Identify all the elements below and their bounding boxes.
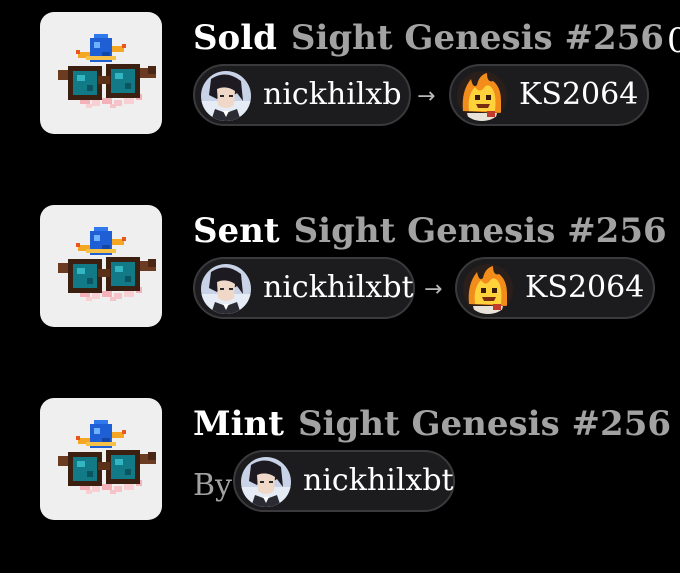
anime-portrait-avatar-icon bbox=[201, 71, 251, 121]
avatar bbox=[201, 71, 251, 121]
avatar bbox=[463, 264, 513, 314]
activity-action: Mint bbox=[193, 404, 284, 444]
to-username: KS2064 bbox=[525, 270, 645, 305]
by-label: By bbox=[193, 468, 232, 503]
to-user-chip[interactable]: KS2064 bbox=[455, 257, 655, 319]
nft-item-name[interactable]: Sight Genesis #256 bbox=[294, 211, 667, 251]
avatar bbox=[241, 457, 291, 507]
flame-mascot-avatar-icon bbox=[457, 71, 507, 121]
activity-title: Sent Sight Genesis #256 bbox=[193, 211, 667, 251]
to-user-chip[interactable]: KS2064 bbox=[449, 64, 649, 126]
to-username: KS2064 bbox=[519, 77, 639, 112]
anime-portrait-avatar-icon bbox=[201, 264, 251, 314]
flame-mascot-avatar-icon bbox=[463, 264, 513, 314]
nft-thumbnail[interactable] bbox=[40, 205, 162, 327]
avatar bbox=[457, 71, 507, 121]
goggles-nft-icon bbox=[40, 398, 162, 520]
minter-username: nickhilxbt bbox=[303, 463, 454, 498]
from-user-chip[interactable]: nickhilxb bbox=[193, 64, 411, 126]
nft-thumbnail[interactable] bbox=[40, 12, 162, 134]
from-username: nickhilxb bbox=[263, 77, 402, 112]
activity-row-sold[interactable]: Sold Sight Genesis #256 nickhilxb → KS206… bbox=[0, 12, 680, 137]
activity-row-mint[interactable]: Mint Sight Genesis #256 By nickhilxbt bbox=[0, 398, 680, 523]
nft-item-name[interactable]: Sight Genesis #256 bbox=[291, 18, 664, 58]
nft-thumbnail[interactable] bbox=[40, 398, 162, 520]
goggles-nft-icon bbox=[40, 12, 162, 134]
goggles-nft-icon bbox=[40, 205, 162, 327]
nft-item-name[interactable]: Sight Genesis #256 bbox=[298, 404, 671, 444]
arrow-right-icon: → bbox=[424, 277, 443, 302]
avatar bbox=[201, 264, 251, 314]
activity-title: Mint Sight Genesis #256 bbox=[193, 404, 671, 444]
from-username: nickhilxbt bbox=[263, 270, 414, 305]
anime-portrait-avatar-icon bbox=[241, 457, 291, 507]
activity-title: Sold Sight Genesis #256 bbox=[193, 18, 664, 58]
minter-user-chip[interactable]: nickhilxbt bbox=[233, 450, 455, 512]
from-user-chip[interactable]: nickhilxbt bbox=[193, 257, 415, 319]
arrow-right-icon: → bbox=[417, 84, 436, 109]
activity-action: Sent bbox=[193, 211, 280, 251]
activity-action: Sold bbox=[193, 18, 277, 58]
activity-row-sent[interactable]: Sent Sight Genesis #256 nickhilxbt → KS20… bbox=[0, 205, 680, 330]
